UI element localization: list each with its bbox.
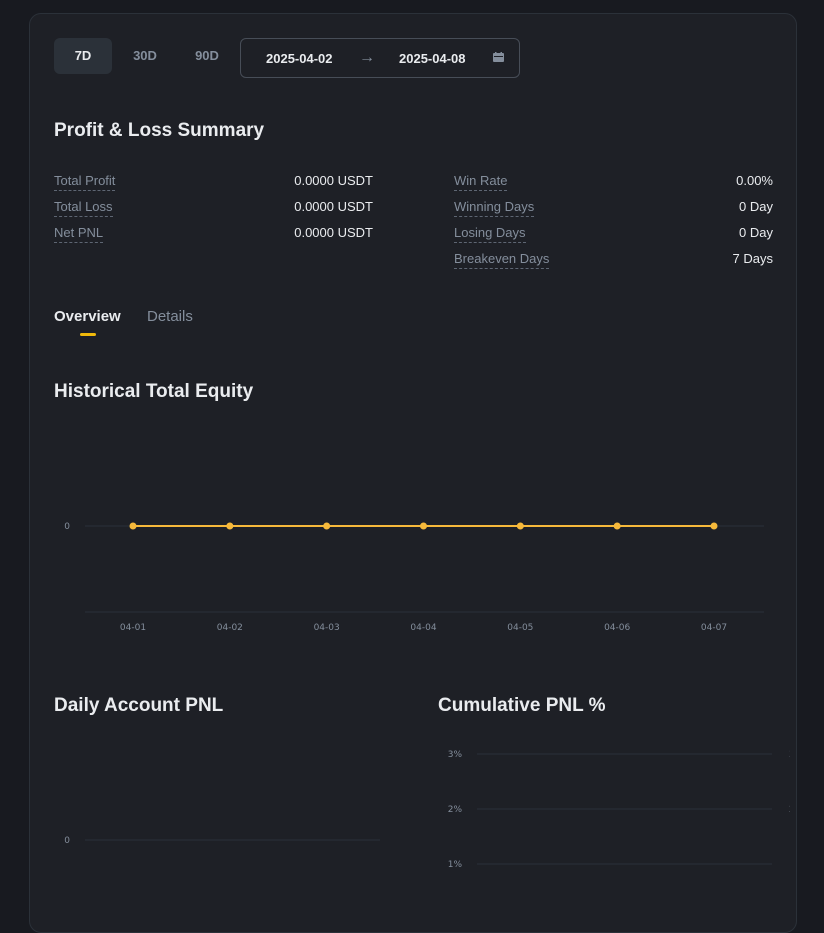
equity-point (129, 522, 137, 530)
equity-chart-title: Historical Total Equity (54, 381, 254, 402)
calendar-icon[interactable] (493, 52, 504, 62)
total-loss-value: 0.0000 USDT (294, 199, 373, 214)
breakeven-days-label[interactable]: Breakeven Days (454, 250, 550, 269)
date-start[interactable]: 2025-04-02 (266, 51, 333, 66)
equity-point (420, 522, 427, 530)
cumulative-y-tick-right: 1 (789, 860, 790, 870)
equity-point (710, 522, 718, 530)
cumulative-pnl-title: Cumulative PNL % (438, 695, 606, 716)
cumulative-y-tick-right: 3 (789, 750, 790, 760)
cumulative-y-tick-right: 2 (789, 805, 790, 815)
equity-x-tick: 04-04 (410, 623, 436, 633)
breakeven-days-value: 7 Days (732, 251, 773, 266)
date-end[interactable]: 2025-04-08 (399, 51, 466, 66)
period-7d-button[interactable]: 7D (54, 38, 112, 74)
cumulative-y-tick-left: 3% (448, 750, 463, 760)
equity-y-tick: 0 (64, 522, 70, 532)
equity-x-tick: 04-02 (217, 623, 243, 633)
cumulative-pnl-chart: 3% 3 2% 2 1% 1 (448, 750, 790, 870)
equity-point (226, 522, 234, 530)
period-90d-button[interactable]: 90D (178, 38, 236, 74)
equity-x-tick: 04-03 (314, 623, 340, 633)
summary-title: Profit & Loss Summary (54, 120, 265, 141)
winning-days-label[interactable]: Winning Days (454, 198, 535, 217)
total-loss-label[interactable]: Total Loss (54, 198, 113, 217)
total-profit-label[interactable]: Total Profit (54, 172, 116, 191)
win-rate-label[interactable]: Win Rate (454, 172, 508, 191)
arrow-right-icon: → (359, 49, 375, 66)
net-pnl-label[interactable]: Net PNL (54, 224, 104, 243)
period-30d-button[interactable]: 30D (116, 38, 174, 74)
equity-point (516, 522, 524, 530)
losing-days-label[interactable]: Losing Days (454, 224, 526, 243)
equity-point (613, 522, 621, 530)
equity-x-tick: 04-06 (604, 623, 630, 633)
equity-x-tick: 04-07 (701, 623, 727, 633)
win-rate-value: 0.00% (736, 173, 773, 188)
cumulative-y-tick-left: 1% (448, 860, 463, 870)
net-pnl-value: 0.0000 USDT (294, 225, 373, 240)
cumulative-y-tick-left: 2% (448, 805, 463, 815)
equity-chart: 0 04-01 04-02 04-03 04-04 04-05 04-06 04-07 (64, 522, 764, 633)
pnl-card: 7D 30D 90D 2025-04-02 → 2025-04-08 Profi… (29, 13, 797, 933)
equity-x-tick: 04-01 (120, 623, 146, 633)
total-profit-value: 0.0000 USDT (294, 173, 373, 188)
losing-days-value: 0 Day (739, 225, 773, 240)
daily-pnl-chart: 0 (64, 836, 380, 846)
active-tab-indicator (80, 333, 96, 336)
tab-details[interactable]: Details (147, 308, 193, 325)
tab-overview[interactable]: Overview (54, 308, 121, 325)
daily-pnl-y-tick: 0 (64, 836, 70, 846)
daily-pnl-title: Daily Account PNL (54, 695, 224, 716)
equity-point (323, 522, 331, 530)
date-range-picker[interactable]: 2025-04-02 → 2025-04-08 (240, 38, 520, 78)
period-selector: 7D 30D 90D (54, 38, 236, 74)
equity-x-tick: 04-05 (507, 623, 533, 633)
winning-days-value: 0 Day (739, 199, 773, 214)
